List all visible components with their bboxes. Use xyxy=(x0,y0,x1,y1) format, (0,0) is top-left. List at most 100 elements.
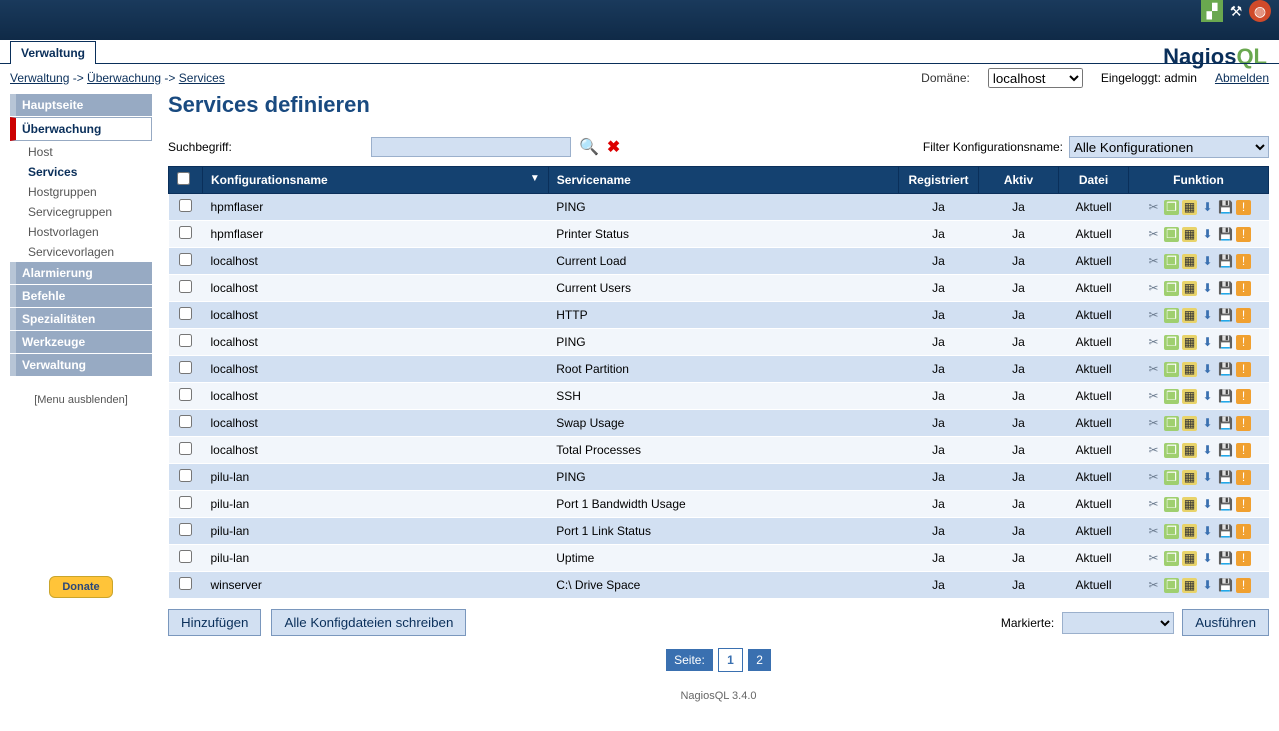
menu-toggle[interactable]: [Menu ausblenden] xyxy=(10,394,152,406)
sidebar-sub-3[interactable]: Servicegruppen xyxy=(10,202,152,222)
execute-button[interactable]: Ausführen xyxy=(1182,609,1269,636)
cell-service[interactable]: PING xyxy=(548,464,898,491)
cell-config[interactable]: hpmflaser xyxy=(203,221,549,248)
domain-select[interactable]: localhost xyxy=(988,68,1083,88)
download-icon[interactable]: ⬇ xyxy=(1200,470,1215,485)
breadcrumb-services[interactable]: Services xyxy=(179,71,225,85)
edit-icon[interactable]: ✂ xyxy=(1146,470,1161,485)
save-icon[interactable]: 💾 xyxy=(1218,200,1233,215)
copy-icon[interactable]: ❐ xyxy=(1164,470,1179,485)
donate-button[interactable]: Donate xyxy=(49,576,112,598)
delete-icon[interactable]: ▦ xyxy=(1182,362,1197,377)
stats-icon[interactable]: ▞ xyxy=(1201,0,1223,22)
cell-config[interactable]: winserver xyxy=(203,572,549,599)
edit-icon[interactable]: ✂ xyxy=(1146,308,1161,323)
save-icon[interactable]: 💾 xyxy=(1218,578,1233,593)
add-button[interactable]: Hinzufügen xyxy=(168,609,261,636)
search-icon[interactable]: 🔍 xyxy=(579,137,599,157)
copy-icon[interactable]: ❐ xyxy=(1164,551,1179,566)
cell-service[interactable]: Uptime xyxy=(548,545,898,572)
download-icon[interactable]: ⬇ xyxy=(1200,416,1215,431)
copy-icon[interactable]: ❐ xyxy=(1164,524,1179,539)
save-icon[interactable]: 💾 xyxy=(1218,227,1233,242)
cell-service[interactable]: Current Users xyxy=(548,275,898,302)
download-icon[interactable]: ⬇ xyxy=(1200,389,1215,404)
row-checkbox[interactable] xyxy=(179,199,192,212)
copy-icon[interactable]: ❐ xyxy=(1164,497,1179,512)
edit-icon[interactable]: ✂ xyxy=(1146,362,1161,377)
delete-icon[interactable]: ▦ xyxy=(1182,443,1197,458)
delete-icon[interactable]: ▦ xyxy=(1182,254,1197,269)
save-icon[interactable]: 💾 xyxy=(1218,416,1233,431)
th-active[interactable]: Aktiv xyxy=(979,167,1059,194)
row-checkbox[interactable] xyxy=(179,226,192,239)
download-icon[interactable]: ⬇ xyxy=(1200,254,1215,269)
copy-icon[interactable]: ❐ xyxy=(1164,578,1179,593)
delete-icon[interactable]: ▦ xyxy=(1182,578,1197,593)
copy-icon[interactable]: ❐ xyxy=(1164,227,1179,242)
th-registered[interactable]: Registriert xyxy=(899,167,979,194)
filter-config-select[interactable]: Alle Konfigurationen xyxy=(1069,136,1269,158)
row-checkbox[interactable] xyxy=(179,334,192,347)
info-icon[interactable]: ! xyxy=(1236,254,1251,269)
cell-service[interactable]: C:\ Drive Space xyxy=(548,572,898,599)
copy-icon[interactable]: ❐ xyxy=(1164,200,1179,215)
cell-config[interactable]: localhost xyxy=(203,356,549,383)
download-icon[interactable]: ⬇ xyxy=(1200,524,1215,539)
cell-config[interactable]: localhost xyxy=(203,329,549,356)
page-1[interactable]: 1 xyxy=(718,648,743,672)
sidebar-item-0[interactable]: Hauptseite xyxy=(10,94,152,116)
sidebar-sub-0[interactable]: Host xyxy=(10,142,152,162)
cell-config[interactable]: localhost xyxy=(203,302,549,329)
row-checkbox[interactable] xyxy=(179,469,192,482)
row-checkbox[interactable] xyxy=(179,307,192,320)
cell-service[interactable]: Current Load xyxy=(548,248,898,275)
row-checkbox[interactable] xyxy=(179,280,192,293)
cell-service[interactable]: PING xyxy=(548,194,898,221)
edit-icon[interactable]: ✂ xyxy=(1146,227,1161,242)
info-icon[interactable]: ! xyxy=(1236,227,1251,242)
download-icon[interactable]: ⬇ xyxy=(1200,308,1215,323)
edit-icon[interactable]: ✂ xyxy=(1146,416,1161,431)
info-icon[interactable]: ! xyxy=(1236,200,1251,215)
copy-icon[interactable]: ❐ xyxy=(1164,281,1179,296)
edit-icon[interactable]: ✂ xyxy=(1146,497,1161,512)
breadcrumb-ueberwachung[interactable]: Überwachung xyxy=(87,71,161,85)
th-service[interactable]: Servicename xyxy=(548,167,898,194)
cell-service[interactable]: Port 1 Bandwidth Usage xyxy=(548,491,898,518)
clear-search-icon[interactable]: ✖ xyxy=(607,137,620,157)
save-icon[interactable]: 💾 xyxy=(1218,335,1233,350)
sidebar-item-2[interactable]: Alarmierung xyxy=(10,262,152,284)
edit-icon[interactable]: ✂ xyxy=(1146,551,1161,566)
delete-icon[interactable]: ▦ xyxy=(1182,524,1197,539)
info-icon[interactable]: ! xyxy=(1236,578,1251,593)
info-icon[interactable]: ! xyxy=(1236,362,1251,377)
row-checkbox[interactable] xyxy=(179,361,192,374)
download-icon[interactable]: ⬇ xyxy=(1200,551,1215,566)
save-icon[interactable]: 💾 xyxy=(1218,443,1233,458)
cell-config[interactable]: hpmflaser xyxy=(203,194,549,221)
copy-icon[interactable]: ❐ xyxy=(1164,254,1179,269)
logout-link[interactable]: Abmelden xyxy=(1215,71,1269,85)
cell-service[interactable]: Swap Usage xyxy=(548,410,898,437)
download-icon[interactable]: ⬇ xyxy=(1200,497,1215,512)
save-icon[interactable]: 💾 xyxy=(1218,524,1233,539)
cell-config[interactable]: localhost xyxy=(203,248,549,275)
download-icon[interactable]: ⬇ xyxy=(1200,362,1215,377)
row-checkbox[interactable] xyxy=(179,496,192,509)
delete-icon[interactable]: ▦ xyxy=(1182,551,1197,566)
delete-icon[interactable]: ▦ xyxy=(1182,281,1197,296)
cell-config[interactable]: localhost xyxy=(203,275,549,302)
info-icon[interactable]: ! xyxy=(1236,470,1251,485)
sidebar-sub-1[interactable]: Services xyxy=(10,162,152,182)
sidebar-sub-5[interactable]: Servicevorlagen xyxy=(10,242,152,262)
cell-service[interactable]: Total Processes xyxy=(548,437,898,464)
save-icon[interactable]: 💾 xyxy=(1218,389,1233,404)
delete-icon[interactable]: ▦ xyxy=(1182,497,1197,512)
sidebar-item-3[interactable]: Befehle xyxy=(10,285,152,307)
save-icon[interactable]: 💾 xyxy=(1218,254,1233,269)
row-checkbox[interactable] xyxy=(179,388,192,401)
row-checkbox[interactable] xyxy=(179,523,192,536)
sidebar-item-1[interactable]: Überwachung xyxy=(10,117,152,141)
delete-icon[interactable]: ▦ xyxy=(1182,227,1197,242)
